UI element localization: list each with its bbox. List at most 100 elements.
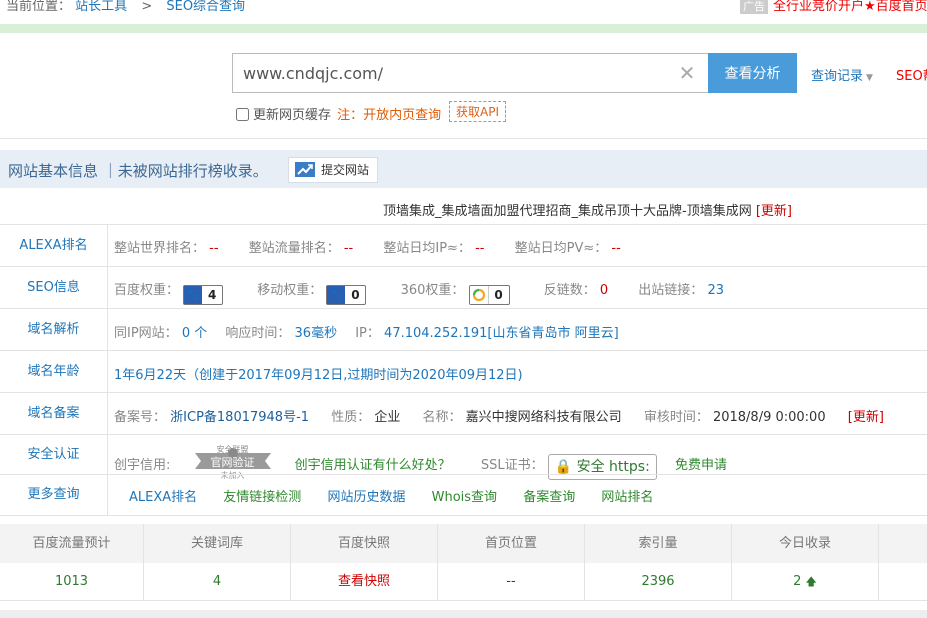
get-api-button[interactable]: 获取API: [449, 101, 506, 122]
same-ip-label: 同IP网站：: [114, 326, 178, 341]
refresh-cache-checkbox[interactable]: [236, 108, 249, 121]
more-friendlink-link[interactable]: 友情链接检测: [223, 490, 301, 505]
query-history-dropdown[interactable]: 查询记录 ▼: [811, 65, 873, 84]
backlinks-label: 反链数：: [543, 283, 596, 298]
stats-header-cell: 百度流量预计: [0, 524, 144, 563]
history-label: 查询记录: [811, 69, 864, 84]
search-box: ✕: [232, 53, 708, 93]
stats-value-snapshot-link[interactable]: 查看快照: [291, 563, 438, 601]
more-history-link[interactable]: 网站历史数据: [327, 490, 405, 505]
ssl-badge-text: 安全 https:: [576, 459, 650, 475]
lock-icon: 🔒: [554, 459, 573, 475]
more-label[interactable]: 更多查询: [0, 475, 108, 515]
mobile-weight-badge[interactable]: 🐾 0: [326, 285, 367, 305]
section-divider: [0, 138, 927, 139]
dns-label[interactable]: 域名解析: [0, 309, 108, 351]
icp-type-label: 性质：: [331, 410, 371, 425]
ip-label: IP：: [355, 326, 380, 341]
icp-time-value: 2018/8/9 0:00:00: [712, 410, 826, 425]
more-icp-link[interactable]: 备案查询: [523, 490, 575, 505]
stats-header-cell: 关键词库: [144, 524, 291, 563]
ssl-label: SSL证书：: [480, 458, 544, 473]
more-links: ALEXA排名 友情链接检测 网站历史数据 Whois查询 备案查询 网站排名: [129, 486, 675, 505]
outlinks-value[interactable]: 23: [707, 283, 724, 298]
baidu-weight-label: 百度权重：: [114, 283, 180, 298]
seo-label[interactable]: SEO信息: [0, 267, 108, 309]
breadcrumb-current-link[interactable]: SEO综合查询: [166, 0, 245, 14]
update-icp-link[interactable]: [更新]: [848, 410, 884, 425]
stats-header-cell-overflow: [879, 524, 927, 563]
update-title-link[interactable]: [更新]: [756, 204, 792, 219]
world-rank-value: --: [209, 241, 219, 256]
icp-row: 域名备案 备案号： 浙ICP备18017948号-1 性质： 企业 名称： 嘉兴…: [0, 392, 927, 435]
top-bar: 当前位置： 站长工具 > SEO综合查询 广告 全行业竞价开户★百度首页: [0, 0, 927, 14]
analyze-button[interactable]: 查看分析: [708, 53, 797, 93]
breadcrumb-home-link[interactable]: 站长工具: [75, 0, 127, 14]
icp-content: 备案号： 浙ICP备18017948号-1 性质： 企业 名称： 嘉兴中搜网络科…: [114, 406, 884, 425]
icp-number-value[interactable]: 浙ICP备18017948号-1: [170, 410, 309, 425]
stats-value-traffic: 1013: [0, 563, 144, 601]
more-rank-link[interactable]: 网站排名: [601, 490, 653, 505]
mobile-weight-label: 移动权重：: [257, 283, 323, 298]
domain-age-label[interactable]: 域名年龄: [0, 351, 108, 393]
icp-name-label: 名称：: [422, 410, 462, 425]
breadcrumb: 当前位置： 站长工具 > SEO综合查询: [6, 0, 245, 14]
response-time-value: 36毫秒: [294, 326, 338, 341]
info-title: 网站基本信息 ｜未被网站排行榜收录。: [8, 162, 268, 180]
security-label[interactable]: 安全认证: [0, 435, 108, 475]
stats-header-cell: 百度快照: [291, 524, 438, 563]
alexa-row: ALEXA排名 整站世界排名： -- 整站流量排名： -- 整站日均IP≈： -…: [0, 224, 927, 267]
arrow-up-icon: 🡅: [805, 575, 817, 588]
seal-main-text: 官网验证: [210, 456, 255, 469]
stats-value-today[interactable]: 2: [793, 574, 801, 589]
alexa-content: 整站世界排名： -- 整站流量排名： -- 整站日均IP≈： -- 整站日均PV…: [114, 237, 647, 256]
ad-text: 全行业竞价开户★百度首页: [773, 0, 927, 14]
mobile-weight-value: 0: [351, 288, 360, 302]
same-ip-value[interactable]: 0 个: [182, 326, 207, 341]
icp-label[interactable]: 域名备案: [0, 393, 108, 435]
daily-ip-label: 整站日均IP≈：: [383, 241, 471, 256]
360-weight-badge[interactable]: 0: [468, 285, 510, 305]
seo-help-link[interactable]: SEO帮: [896, 65, 927, 84]
stats-header-cell: 今日收录: [732, 524, 879, 563]
info-header: 网站基本信息 ｜未被网站排行榜收录。 提交网站: [0, 150, 927, 188]
stats-value-today-cell: 2 🡅: [732, 563, 879, 601]
outlinks-label: 出站链接：: [638, 283, 704, 298]
baidu-weight-value: 4: [207, 288, 217, 302]
backlinks-value[interactable]: 0: [600, 283, 608, 298]
paw-icon: 🐾: [327, 286, 346, 304]
icp-time-label: 审核时间：: [643, 410, 709, 425]
more-alexa-link[interactable]: ALEXA排名: [129, 490, 197, 505]
ip-value[interactable]: 47.104.252.191[山东省青岛市 阿里云]: [384, 326, 619, 341]
seo-content: 百度权重： 🐾 4 移动权重： 🐾 0 360权重： 0 反链数： 0 出站链接： …: [114, 279, 750, 305]
domain-age-content: 1年6月22天（创建于2017年09月12日,过期时间为2020年09月12日): [114, 364, 549, 383]
top-ad-link[interactable]: 广告 全行业竞价开户★百度首页: [740, 0, 927, 14]
security-row: 安全认证 创宇信用: 安全联盟 官网验证 未加入 创宇信用认证有什么好处？ SS…: [0, 434, 927, 480]
submit-site-button[interactable]: 提交网站: [288, 157, 379, 183]
stats-value-home-position: --: [438, 563, 585, 601]
stats-header-cell: 首页位置: [438, 524, 585, 563]
ssl-apply-link[interactable]: 免费申请: [675, 458, 727, 473]
more-whois-link[interactable]: Whois查询: [432, 490, 497, 505]
header-divider: [0, 24, 927, 33]
icp-number-label: 备案号：: [114, 410, 167, 425]
site-title-text: 顶墙集成_集成墙面加盟代理招商_集成吊顶十大品牌-顶墙集成网: [383, 204, 752, 219]
credit-benefit-link[interactable]: 创宇信用认证有什么好处？: [295, 458, 451, 473]
breadcrumb-separator: >: [141, 0, 153, 14]
stats-value-index[interactable]: 2396: [585, 563, 732, 601]
close-icon[interactable]: ✕: [677, 63, 697, 83]
baidu-weight-badge[interactable]: 🐾 4: [183, 285, 224, 305]
dns-content: 同IP网站： 0 个 响应时间： 36毫秒 IP： 47.104.252.191…: [114, 322, 645, 341]
breadcrumb-prefix: 当前位置：: [6, 0, 72, 14]
chevron-down-icon: ▼: [866, 73, 873, 83]
alexa-label[interactable]: ALEXA排名: [0, 225, 108, 267]
icp-type-value: 企业: [374, 410, 401, 425]
stats-value-keywords[interactable]: 4: [144, 563, 291, 601]
more-row: 更多查询 ALEXA排名 友情链接检测 网站历史数据 Whois查询 备案查询 …: [0, 474, 927, 516]
daily-pv-label: 整站日均PV≈：: [514, 241, 608, 256]
domain-age-row: 域名年龄 1年6月22天（创建于2017年09月12日,过期时间为2020年09…: [0, 350, 927, 393]
search-input[interactable]: [233, 54, 673, 92]
daily-pv-value: --: [611, 241, 621, 256]
credit-label: 创宇信用:: [114, 458, 171, 473]
flow-rank-value: --: [343, 241, 354, 256]
